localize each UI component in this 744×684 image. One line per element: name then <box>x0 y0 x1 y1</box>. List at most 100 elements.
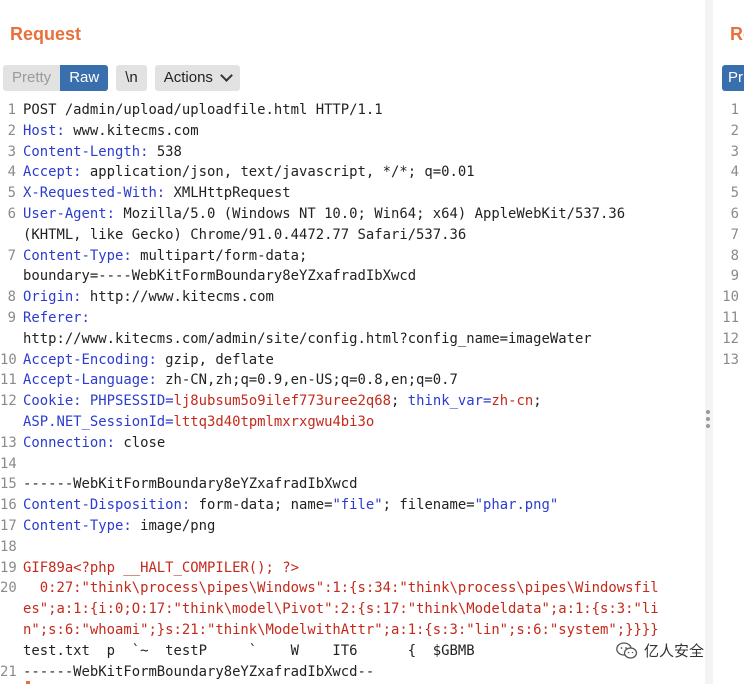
response-line-number: 5 <box>730 185 739 202</box>
code-token: X-Requested-With: <box>23 185 166 202</box>
code-text: Content-Type: image/png <box>20 516 705 537</box>
code-line[interactable]: 7 Content-Type: multipart/form-data; boun… <box>0 246 705 288</box>
code-token: Connection: <box>23 434 115 451</box>
code-line[interactable]: 5 X-Requested-With: XMLHttpRequest <box>0 183 705 204</box>
line-number: 17 <box>0 517 17 534</box>
code-token: ; filename= <box>382 497 475 514</box>
code-text: Connection: close <box>20 433 705 454</box>
line-number: 12 <box>0 393 17 410</box>
code-token: form-data; name= <box>190 497 333 514</box>
code-token: application/json, text/javascript, */*; … <box>81 164 475 181</box>
code-token: Content-Disposition: <box>23 497 191 514</box>
code-line[interactable]: 13 Connection: close <box>0 433 705 454</box>
line-number: 11 <box>0 372 17 389</box>
code-token: zh-cn <box>491 393 534 410</box>
code-line[interactable]: 14 <box>0 454 705 475</box>
code-token: close <box>115 434 166 451</box>
code-token: Origin: <box>23 289 82 306</box>
code-line[interactable]: 18 <box>0 537 705 558</box>
line-number: 19 <box>0 559 17 576</box>
response-line-number: 11 <box>722 309 739 326</box>
code-line[interactable]: 12 Cookie: PHPSESSID=lj8ubsum5o9ilef773ur… <box>0 391 705 433</box>
drag-handle-icon[interactable] <box>706 410 710 428</box>
code-text: Accept: application/json, text/javascrip… <box>20 162 705 183</box>
code-token: gzip, deflate <box>156 351 274 368</box>
code-token: think_var <box>407 393 484 410</box>
response-tab-pretty[interactable]: Pr <box>722 65 744 91</box>
line-number: 10 <box>0 351 17 368</box>
code-line[interactable]: 16 Content-Disposition: form-data; name="… <box>0 495 705 516</box>
pane-splitter[interactable] <box>705 0 713 684</box>
code-line[interactable]: 10 Accept-Encoding: gzip, deflate <box>0 350 705 371</box>
code-token: zh-CN,zh;q=0.9,en-US;q=0.8,en;q=0.7 <box>156 372 458 389</box>
code-line[interactable]: 9 Referer: http://www.kitecms.com/admin/s… <box>0 308 705 350</box>
line-number: 8 <box>7 289 16 306</box>
code-line[interactable]: 17 Content-Type: image/png <box>0 516 705 537</box>
code-token: image/png <box>131 517 216 534</box>
response-line-number: 7 <box>730 226 739 243</box>
response-line-number: 12 <box>722 330 739 347</box>
code-token: ; <box>391 393 408 410</box>
code-line[interactable]: 4 Accept: application/json, text/javascri… <box>0 162 705 183</box>
code-token: ; <box>533 393 542 410</box>
code-line[interactable]: 21 ------WebKitFormBoundary8eYZxafradIbXw… <box>0 662 705 683</box>
code-token: Cookie: <box>23 393 82 410</box>
code-line[interactable]: 19 GIF89a<?php __HALT_COMPILER(); ?> <box>0 558 705 579</box>
code-token: test.txt p `~ testP ` W IT6 { $GBMB <box>23 642 475 659</box>
code-token: ------WebKitFormBoundary8eYZxafradIbXwcd… <box>23 663 375 680</box>
line-number: 18 <box>0 538 17 555</box>
response-line-number: 2 <box>730 122 739 139</box>
response-line-number: 9 <box>730 268 739 285</box>
code-token: ASP.NET_SessionId <box>23 413 166 430</box>
code-text: Host: www.kitecms.com <box>20 121 705 142</box>
request-toolbar: Pretty Raw \n Actions <box>3 65 240 91</box>
code-token: Content-Type: <box>23 247 132 264</box>
tab-raw[interactable]: Raw <box>60 65 109 91</box>
code-token: lttq3d40tpmlmxrxgwu4bi3o <box>173 413 375 430</box>
response-line-number: 8 <box>730 247 739 264</box>
code-token: 538 <box>148 143 182 160</box>
code-token: Content-Length: <box>23 143 149 160</box>
response-pane: Re Pr 12345678910111213 <box>713 0 744 684</box>
line-number: 7 <box>7 247 16 264</box>
code-token: "file" <box>332 497 383 514</box>
response-line-number: 13 <box>722 351 739 368</box>
code-token: Accept-Encoding: <box>23 351 157 368</box>
chevron-down-icon <box>220 69 233 82</box>
code-token: User-Agent: <box>23 205 115 222</box>
code-line[interactable]: 11 Accept-Language: zh-CN,zh;q=0.9,en-US;… <box>0 370 705 391</box>
request-editor[interactable]: 1 POST /admin/upload/uploadfile.html HTTP… <box>0 100 705 682</box>
code-line[interactable]: 15 ------WebKitFormBoundary8eYZxafradIbXw… <box>0 474 705 495</box>
line-number: 14 <box>0 455 17 472</box>
code-token: Referer: <box>23 309 90 326</box>
code-text: Referer: http://www.kitecms.com/admin/si… <box>20 308 705 350</box>
code-text: Content-Length: 538 <box>20 142 705 163</box>
code-token: "phar.png" <box>474 497 559 514</box>
code-line[interactable]: 6 User-Agent: Mozilla/5.0 (Windows NT 10.… <box>0 204 705 246</box>
line-number: 16 <box>0 497 17 514</box>
code-token: Content-Type: <box>23 517 132 534</box>
code-token: ------WebKitFormBoundary8eYZxafradIbXwcd <box>23 476 358 493</box>
code-token: www.kitecms.com <box>64 122 199 139</box>
line-number: 4 <box>7 164 16 181</box>
response-line-number: 1 <box>730 102 739 118</box>
response-line-numbers: 1 2 3 4 5 6 7 8 9 10 11 12 13 <box>713 100 739 370</box>
code-token: lj8ubsum5o9ilef773uree2q68 <box>173 393 392 410</box>
code-line[interactable]: 1 POST /admin/upload/uploadfile.html HTTP… <box>0 100 705 121</box>
response-line-number: 4 <box>730 164 739 181</box>
newline-toggle-button[interactable]: \n <box>116 65 147 91</box>
line-number: 3 <box>7 143 16 160</box>
response-title: Re <box>730 24 744 44</box>
response-line-number: 6 <box>730 205 739 222</box>
actions-label: Actions <box>163 69 213 86</box>
code-line[interactable]: 8 Origin: http://www.kitecms.com <box>0 287 705 308</box>
code-token: POST /admin/upload/uploadfile.html HTTP/… <box>23 102 383 118</box>
code-line[interactable]: 3 Content-Length: 538 <box>0 142 705 163</box>
code-text: 0:27:"think\process\pipes\Windows":1:{s:… <box>20 578 705 661</box>
code-line[interactable]: 2 Host: www.kitecms.com <box>0 121 705 142</box>
tab-pretty[interactable]: Pretty <box>3 65 61 91</box>
code-line[interactable]: 20 0:27:"think\process\pipes\Windows":1:… <box>0 578 705 661</box>
actions-menu-button[interactable]: Actions <box>154 65 240 91</box>
